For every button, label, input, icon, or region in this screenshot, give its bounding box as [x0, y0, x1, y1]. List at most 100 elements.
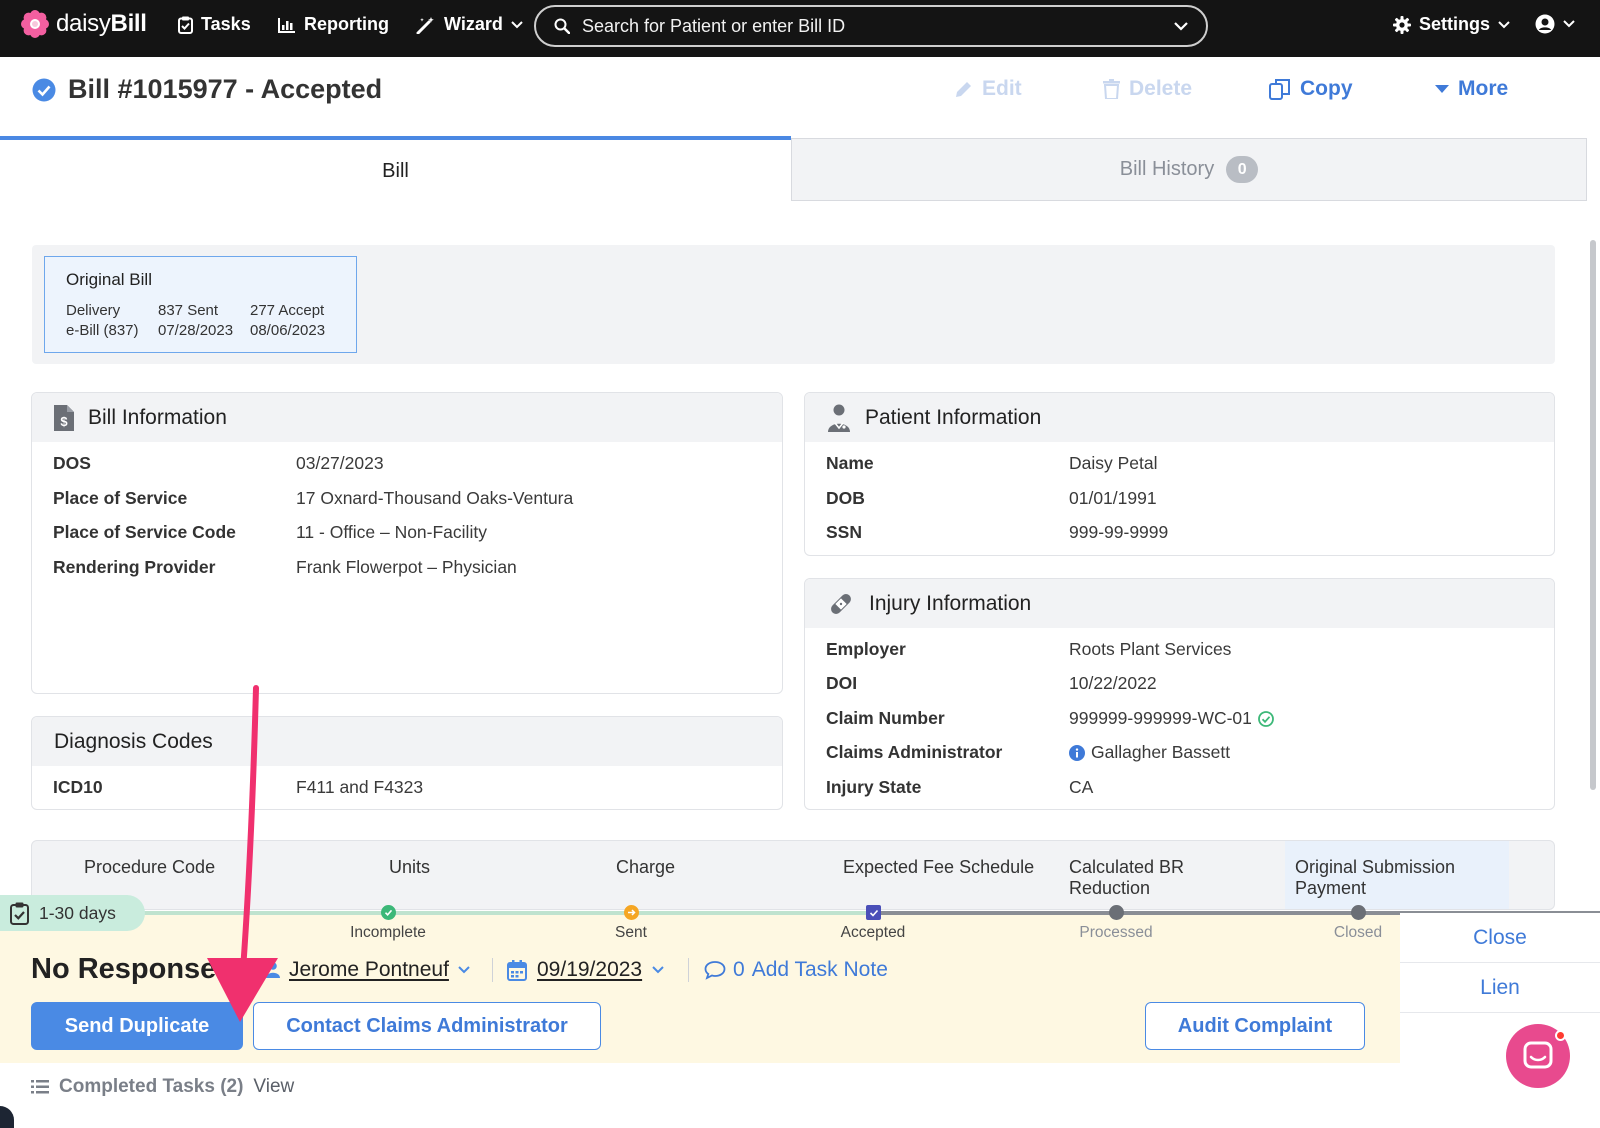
user-menu-dropdown[interactable] — [1535, 14, 1575, 34]
dob-value: 01/01/1991 — [1069, 488, 1157, 508]
place-of-service-code-value: 11 - Office – Non-Facility — [296, 522, 487, 542]
step-sent-label: Sent — [615, 924, 647, 941]
injury-information-panel: Injury Information — [804, 578, 1555, 810]
original-bill-card[interactable]: Original Bill Delivery 837 Sent 277 Acce… — [44, 256, 357, 353]
nav-reporting[interactable]: Reporting — [278, 14, 389, 35]
verified-check-icon — [1258, 710, 1274, 727]
original-bill-title: Original Bill — [66, 270, 152, 289]
bill-information-header: $ Bill Information — [32, 393, 782, 442]
nav-tasks[interactable]: Tasks — [178, 14, 251, 35]
clipboard-check-icon — [178, 16, 193, 34]
copy-label: Copy — [1300, 77, 1353, 100]
injury-state-value: CA — [1069, 777, 1094, 797]
chevron-down-icon — [1563, 20, 1575, 28]
col-expected-fee-schedule: Expected Fee Schedule — [843, 857, 1035, 877]
edit-button[interactable]: Edit — [954, 77, 1022, 101]
history-count-badge: 0 — [1226, 156, 1259, 183]
task-age-badge: 1-30 days — [0, 895, 145, 931]
info-circle-icon — [1069, 744, 1085, 761]
delivery-value: e-Bill (837) — [66, 322, 139, 339]
delete-label: Delete — [1129, 77, 1193, 100]
due-date-value: 09/19/2023 — [537, 958, 643, 981]
icd10-label: ICD10 — [53, 777, 103, 797]
col-units: Units — [389, 857, 431, 877]
accept-header: 277 Accept — [250, 302, 325, 319]
place-of-service-label: Place of Service — [53, 488, 188, 508]
bandage-icon — [827, 590, 855, 618]
copy-icon — [1269, 78, 1291, 100]
procedure-table-header: Procedure Code Units Charge Expected Fee… — [31, 840, 1555, 910]
accept-date: 08/06/2023 — [250, 322, 326, 339]
tab-bill-label: Bill — [382, 159, 409, 182]
task-note-count: 0 — [733, 958, 745, 981]
nav-settings-dropdown[interactable]: Settings — [1393, 14, 1510, 35]
claim-number-text: 999999-999999-WC-01 — [1069, 708, 1252, 728]
daisybill-logo[interactable]: daisyBill — [20, 9, 147, 39]
col-calculated-br-reduction: Calculated BR Reduction — [1069, 857, 1185, 898]
assignee-name: Jerome Pontneuf — [289, 958, 449, 981]
gear-icon — [1393, 15, 1411, 34]
patient-search-box[interactable] — [534, 5, 1208, 47]
side-actions-menu: Close Lien — [1400, 913, 1600, 1063]
daisy-flower-icon — [20, 9, 50, 39]
patient-name-label: Name — [826, 453, 874, 473]
clipboard-check-icon — [10, 902, 29, 925]
due-date-picker[interactable]: 09/19/2023 — [507, 958, 664, 982]
search-input[interactable] — [582, 15, 1174, 37]
bill-title-text: Bill #1015977 - Accepted — [68, 74, 383, 104]
pencil-icon — [954, 80, 973, 99]
step-accepted-dot — [866, 905, 881, 920]
patient-icon — [827, 404, 851, 432]
view-completed-tasks-link[interactable]: View — [253, 1076, 294, 1098]
completed-tasks-row: Completed Tasks (2) View — [31, 1076, 294, 1098]
more-dropdown[interactable]: More — [1435, 77, 1508, 101]
place-of-service-code-label: Place of Service Code — [53, 522, 236, 542]
patient-information-header: Patient Information — [805, 393, 1554, 442]
chat-widget-button[interactable] — [1506, 1024, 1570, 1088]
employer-label: Employer — [826, 639, 906, 659]
chevron-down-icon[interactable] — [1174, 21, 1188, 31]
copy-button[interactable]: Copy — [1269, 77, 1353, 101]
trash-icon — [1103, 79, 1120, 99]
separator — [688, 958, 689, 982]
chevron-down-icon — [652, 966, 664, 974]
delivery-header: Delivery — [66, 302, 121, 319]
step-closed-label: Closed — [1333, 924, 1383, 941]
close-action-label: Close — [1473, 925, 1527, 949]
more-label: More — [1458, 77, 1509, 100]
add-task-note-link[interactable]: 0 Add Task Note — [704, 958, 888, 982]
bill-information-title: Bill Information — [88, 405, 227, 429]
doi-label: DOI — [826, 673, 858, 693]
nav-wizard-dropdown[interactable]: Wizard — [416, 14, 523, 35]
lien-action-label: Lien — [1480, 975, 1520, 999]
tab-bill-history[interactable]: Bill History 0 — [791, 138, 1587, 201]
nav-reporting-label: Reporting — [304, 14, 389, 34]
list-icon — [31, 1080, 49, 1094]
claim-number-label: Claim Number — [826, 708, 945, 728]
audit-complaint-button[interactable]: Audit Complaint — [1145, 1002, 1365, 1050]
injury-information-header: Injury Information — [805, 579, 1554, 628]
dos-value: 03/27/2023 — [296, 453, 384, 473]
claims-administrator-link[interactable]: Gallagher Bassett — [1069, 742, 1230, 763]
caret-down-icon — [1435, 84, 1449, 94]
page-scrollbar[interactable] — [1590, 240, 1596, 790]
task-age-label: 1-30 days — [39, 902, 116, 923]
assignee-dropdown[interactable]: Jerome Pontneuf — [266, 958, 470, 982]
notification-dot — [1555, 1030, 1566, 1041]
contact-claims-administrator-button[interactable]: Contact Claims Administrator — [253, 1002, 601, 1050]
step-processed-dot — [1109, 905, 1124, 920]
chevron-down-icon — [1498, 20, 1510, 29]
send-duplicate-button[interactable]: Send Duplicate — [31, 1002, 243, 1050]
user-avatar-icon — [1535, 14, 1555, 34]
delete-button[interactable]: Delete — [1103, 77, 1192, 101]
step-incomplete-dot — [381, 905, 396, 920]
tab-bill[interactable]: Bill — [0, 136, 791, 202]
diagnosis-codes-title: Diagnosis Codes — [54, 729, 213, 753]
sent-date: 07/28/2023 — [158, 322, 234, 339]
col-charge: Charge — [616, 857, 676, 877]
claim-number-value: 999999-999999-WC-01 — [1069, 708, 1274, 729]
close-action[interactable]: Close — [1400, 913, 1600, 963]
tab-bill-history-label: Bill History — [1119, 158, 1215, 180]
lien-action[interactable]: Lien — [1400, 963, 1600, 1013]
injury-state-label: Injury State — [826, 777, 922, 797]
